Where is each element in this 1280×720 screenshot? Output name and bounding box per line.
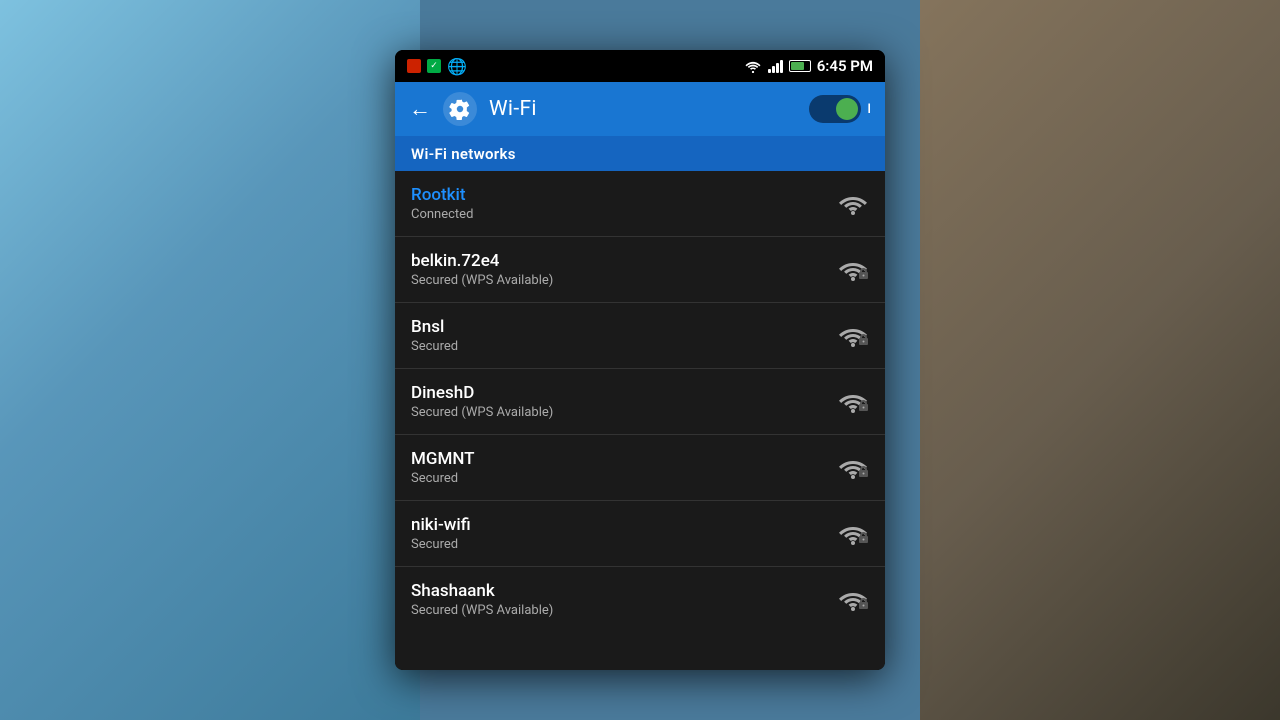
network-info: belkin.72e4 Secured (WPS Available): [411, 251, 837, 288]
section-header-text: Wi-Fi networks: [411, 145, 516, 163]
network-status: Secured: [411, 339, 837, 354]
globe-icon: 🌐: [447, 57, 467, 76]
check-icon: ✓: [427, 59, 441, 73]
network-item[interactable]: MGMNT Secured: [395, 435, 885, 501]
network-name: Bnsl: [411, 317, 837, 337]
action-bar: ← Wi-Fi I: [395, 82, 885, 136]
network-name: DineshD: [411, 383, 837, 403]
battery-icon: [789, 60, 811, 72]
network-status: Secured (WPS Available): [411, 273, 837, 288]
phone-screen: ✓ 🌐: [395, 50, 885, 670]
back-button[interactable]: ←: [409, 96, 431, 122]
page-title: Wi-Fi: [489, 97, 797, 121]
wifi-toggle[interactable]: I: [809, 95, 871, 123]
network-item[interactable]: Rootkit Connected: [395, 171, 885, 237]
network-name: Rootkit: [411, 185, 837, 205]
background-left: [0, 0, 420, 720]
status-bar: ✓ 🌐: [395, 50, 885, 82]
network-name: niki-wifi: [411, 515, 837, 535]
settings-gear-icon: [443, 92, 477, 126]
network-item[interactable]: Shashaank Secured (WPS Available): [395, 567, 885, 632]
wifi-signal-icon: [837, 321, 869, 351]
network-status: Connected: [411, 207, 837, 222]
network-name: MGMNT: [411, 449, 837, 469]
toggle-label: I: [867, 102, 871, 117]
status-icons-left: ✓ 🌐: [407, 57, 467, 76]
network-item[interactable]: Bnsl Secured: [395, 303, 885, 369]
network-item[interactable]: belkin.72e4 Secured (WPS Available): [395, 237, 885, 303]
network-info: Rootkit Connected: [411, 185, 837, 222]
network-status: Secured (WPS Available): [411, 405, 837, 420]
wifi-signal-icon: [837, 519, 869, 549]
network-status: Secured: [411, 471, 837, 486]
status-right: 6:45 PM: [744, 57, 873, 75]
network-item[interactable]: DineshD Secured (WPS Available): [395, 369, 885, 435]
wifi-signal-icon: [837, 189, 869, 219]
cell-signal-icon: [768, 59, 783, 73]
wifi-signal-icon: [837, 585, 869, 615]
network-name: belkin.72e4: [411, 251, 837, 271]
network-info: Bnsl Secured: [411, 317, 837, 354]
wifi-status-icon: [744, 59, 762, 73]
network-info: Shashaank Secured (WPS Available): [411, 581, 837, 618]
wifi-signal-icon: [837, 387, 869, 417]
phone-wrapper: ✓ 🌐: [395, 50, 885, 670]
status-time: 6:45 PM: [817, 57, 873, 75]
background-right: [920, 0, 1280, 720]
red-square-icon: [407, 59, 421, 73]
network-info: niki-wifi Secured: [411, 515, 837, 552]
network-info: MGMNT Secured: [411, 449, 837, 486]
network-item[interactable]: niki-wifi Secured: [395, 501, 885, 567]
section-header: Wi-Fi networks: [395, 136, 885, 171]
toggle-thumb: [836, 98, 858, 120]
toggle-track[interactable]: [809, 95, 861, 123]
networks-list: Rootkit Connected belkin.72e4 Secured (WPS…: [395, 171, 885, 670]
network-info: DineshD Secured (WPS Available): [411, 383, 837, 420]
network-name: Shashaank: [411, 581, 837, 601]
wifi-signal-icon: [837, 453, 869, 483]
network-status: Secured: [411, 537, 837, 552]
network-status: Secured (WPS Available): [411, 603, 837, 618]
wifi-signal-icon: [837, 255, 869, 285]
